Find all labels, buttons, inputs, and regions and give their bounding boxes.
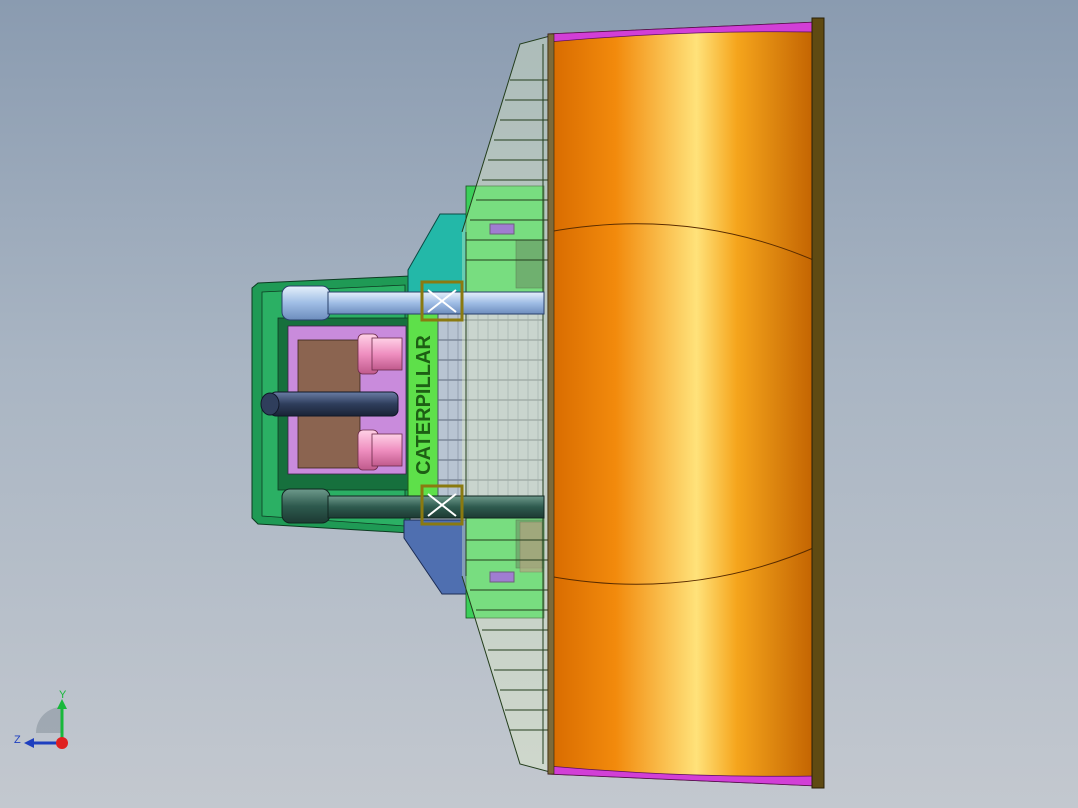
- teal-panel[interactable]: [407, 213, 471, 293]
- triad-z-label: Z: [14, 734, 21, 746]
- triad-icon[interactable]: Y Z: [10, 685, 80, 755]
- radiator-grille[interactable]: CATERPILLAR: [407, 295, 439, 497]
- center-rod[interactable]: [260, 391, 399, 417]
- cad-3d-viewport[interactable]: CATERPILLAR: [0, 0, 1078, 808]
- dozer-blade[interactable]: [547, 17, 825, 789]
- triad-y-label: Y: [59, 689, 67, 701]
- triad-arc: [36, 707, 62, 733]
- blue-panel[interactable]: [403, 519, 471, 595]
- caterpillar-logo: CATERPILLAR: [413, 335, 435, 475]
- blade-frame[interactable]: [461, 35, 551, 773]
